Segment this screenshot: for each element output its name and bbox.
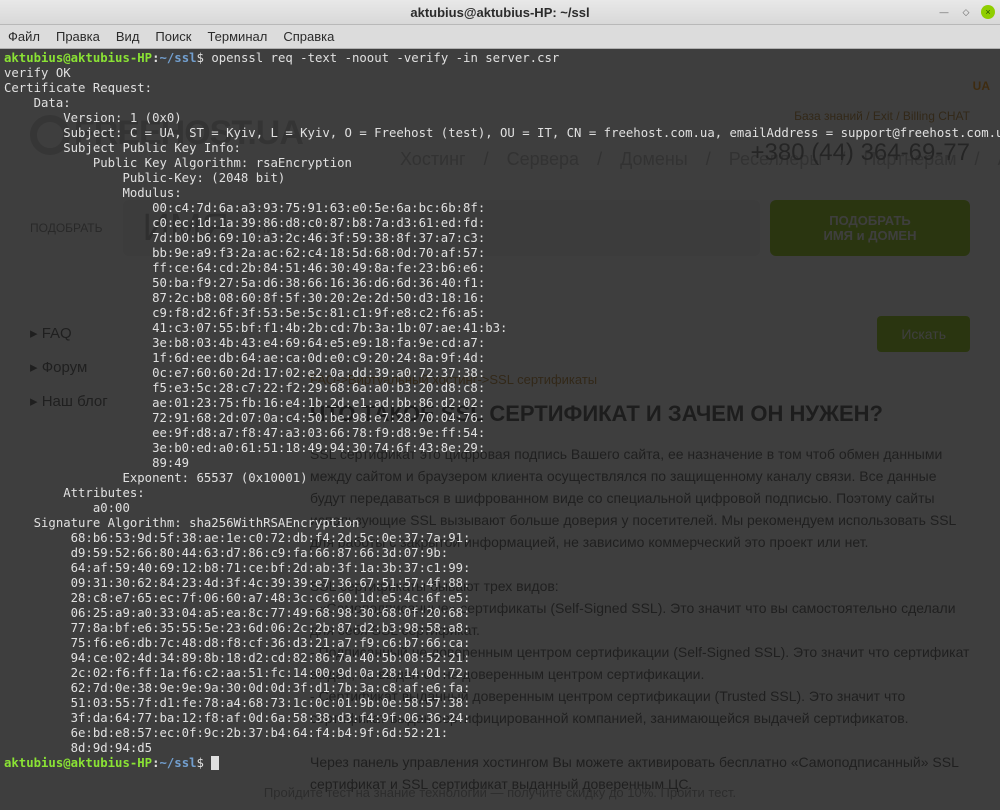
prompt-path-2: ~/ssl [159, 756, 196, 770]
prompt-path: ~/ssl [159, 51, 196, 65]
maximize-button[interactable]: ◇ [959, 5, 973, 19]
terminal-cursor [211, 756, 219, 770]
close-button[interactable]: × [981, 5, 995, 19]
menu-edit[interactable]: Правка [56, 29, 100, 44]
window-titlebar: aktubius@aktubius-HP: ~/ssl — ◇ × [0, 0, 1000, 25]
menu-view[interactable]: Вид [116, 29, 140, 44]
window-title: aktubius@aktubius-HP: ~/ssl [410, 5, 589, 20]
command-text: openssl req -text -noout -verify -in ser… [211, 51, 559, 65]
minimize-button[interactable]: — [937, 5, 951, 19]
menu-search[interactable]: Поиск [155, 29, 191, 44]
menu-help[interactable]: Справка [283, 29, 334, 44]
menu-terminal[interactable]: Терминал [207, 29, 267, 44]
prompt-user-2: aktubius@aktubius-HP [4, 756, 152, 770]
terminal-output[interactable]: aktubius@aktubius-HP:~/ssl$ openssl req … [0, 49, 1000, 810]
prompt-user: aktubius@aktubius-HP [4, 51, 152, 65]
menubar: Файл Правка Вид Поиск Терминал Справка [0, 25, 1000, 49]
command-output: verify OK Certificate Request: Data: Ver… [4, 66, 1000, 755]
menu-file[interactable]: Файл [8, 29, 40, 44]
